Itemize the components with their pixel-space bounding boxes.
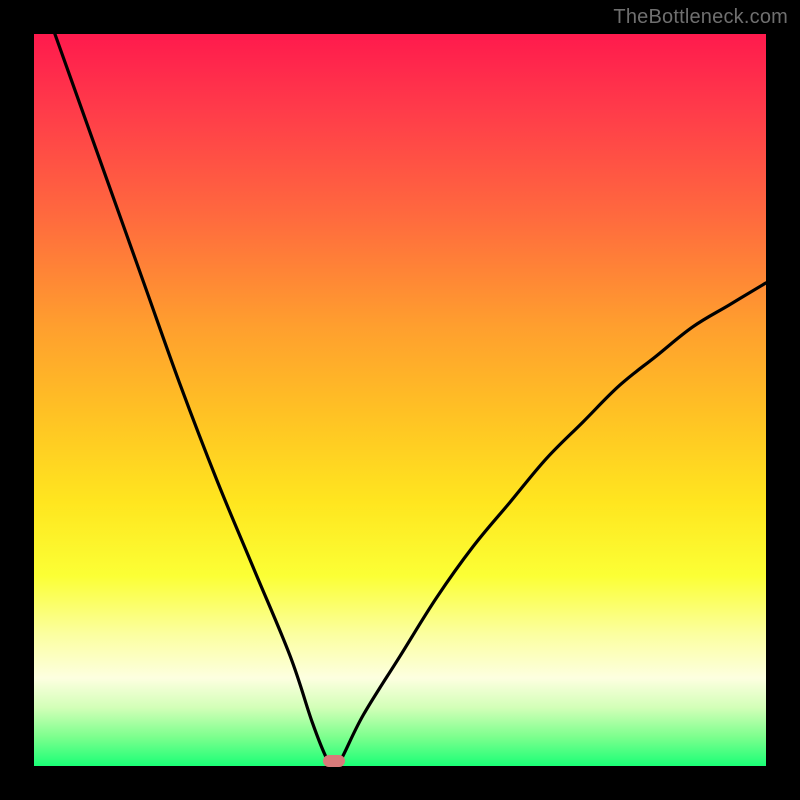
bottleneck-curve (34, 34, 766, 766)
plot-area (34, 34, 766, 766)
optimal-marker (323, 755, 345, 767)
curve-svg (34, 34, 766, 766)
watermark-text: TheBottleneck.com (613, 6, 788, 29)
chart-frame: TheBottleneck.com (0, 0, 800, 800)
